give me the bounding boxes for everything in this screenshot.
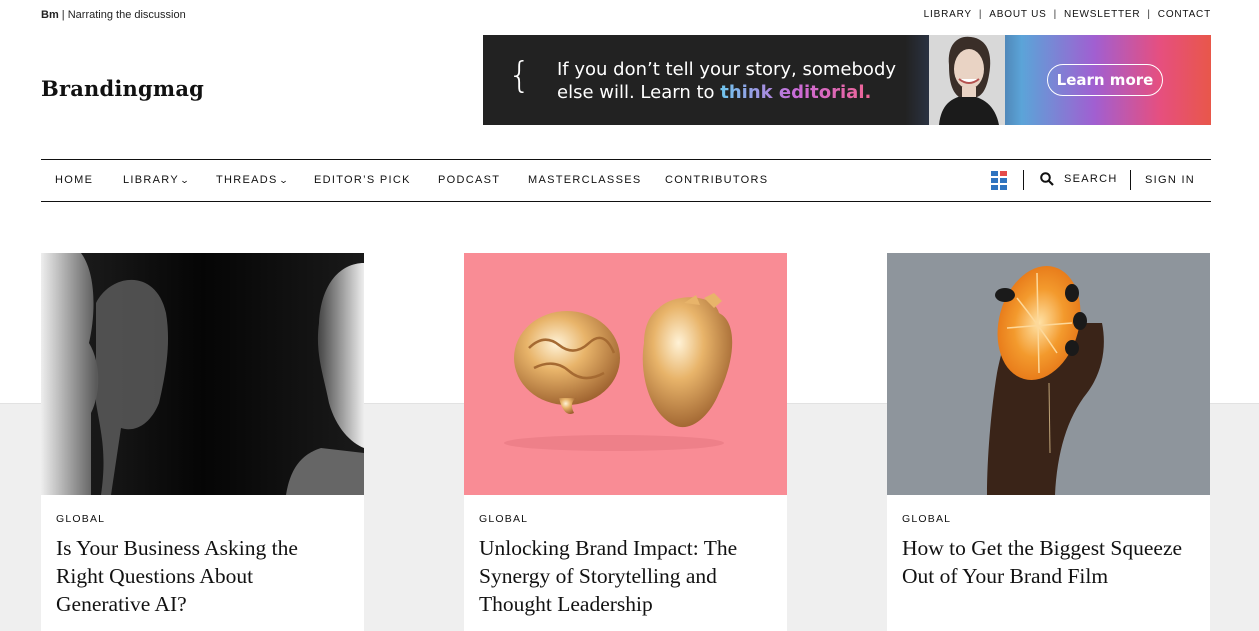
banner-line-2-prefix: else will. Learn to — [557, 82, 721, 103]
nav-item-masterclasses[interactable]: MASTERCLASSES — [528, 174, 641, 186]
article-card[interactable]: GLOBAL Unlocking Brand Impact: The Syner… — [464, 253, 787, 631]
article-image-orange-squeeze[interactable] — [887, 253, 1210, 495]
brand-short[interactable]: Bm — [41, 9, 59, 21]
nav-item-editors-pick[interactable]: EDITOR’S PICK — [314, 174, 411, 186]
banner-line-2: else will. Learn to think editorial. — [557, 82, 871, 103]
nav-label: THREADS — [216, 174, 278, 186]
nav-item-contributors[interactable]: CONTRIBUTORS — [665, 174, 768, 186]
ad-banner[interactable]: { If you don’t tell your story, somebody… — [483, 35, 1211, 125]
chevron-down-icon: ⌄ — [179, 174, 192, 185]
link-separator: | — [1147, 9, 1151, 20]
top-link-library[interactable]: LIBRARY — [924, 9, 972, 20]
top-link-about-us[interactable]: ABOUT US — [989, 9, 1046, 20]
article-image-mannequins[interactable] — [41, 253, 364, 495]
sign-in-label: SIGN IN — [1145, 174, 1196, 186]
search-icon — [1040, 172, 1054, 186]
site-tagline: Bm | Narrating the discussion — [41, 9, 186, 21]
top-link-newsletter[interactable]: NEWSLETTER — [1064, 9, 1140, 20]
article-card[interactable]: GLOBAL How to Get the Biggest Squeeze Ou… — [887, 253, 1210, 631]
article-title[interactable]: Is Your Business Asking the Right Questi… — [56, 534, 346, 618]
site-logo[interactable]: Brandingmag — [41, 76, 204, 101]
banner-highlight: think editorial. — [720, 82, 872, 103]
nav-item-library[interactable]: LIBRARY ⌄ — [123, 174, 190, 186]
link-separator: | — [978, 9, 983, 20]
banner-person-photo — [929, 35, 1005, 125]
nav-label: HOME — [55, 174, 94, 186]
article-category[interactable]: GLOBAL — [56, 513, 105, 525]
link-separator: | — [1053, 9, 1058, 20]
nav-label: MASTERCLASSES — [528, 174, 642, 186]
tagline-text: Narrating the discussion — [67, 9, 186, 21]
chevron-down-icon: ⌄ — [278, 174, 290, 185]
article-category[interactable]: GLOBAL — [902, 513, 951, 525]
top-bar: Bm | Narrating the discussion LIBRARY | … — [41, 9, 1211, 23]
nav-divider — [1130, 170, 1131, 190]
search-label: SEARCH — [1064, 173, 1118, 185]
banner-line-1: If you don’t tell your story, somebody — [557, 59, 897, 80]
nav-item-podcast[interactable]: PODCAST — [438, 174, 500, 186]
utility-links: LIBRARY | ABOUT US | NEWSLETTER | CONTAC… — [924, 9, 1211, 20]
nav-item-threads[interactable]: THREADS ⌄ — [216, 174, 289, 186]
search-button[interactable]: SEARCH — [1040, 172, 1118, 186]
learn-more-button[interactable]: Learn more — [1047, 64, 1163, 96]
main-nav: HOME LIBRARY ⌄ THREADS ⌄ EDITOR’S PICK POD… — [41, 159, 1211, 202]
article-category[interactable]: GLOBAL — [479, 513, 528, 525]
sign-in-link[interactable]: SIGN IN — [1145, 174, 1195, 186]
nav-item-home[interactable]: HOME — [55, 174, 93, 186]
article-image-brain-heart[interactable] — [464, 253, 787, 495]
apps-grid-icon[interactable] — [991, 171, 1007, 190]
nav-label: LIBRARY — [123, 174, 179, 186]
article-title[interactable]: How to Get the Biggest Squeeze Out of Yo… — [902, 534, 1192, 590]
nav-divider — [1023, 170, 1024, 190]
nav-label: CONTRIBUTORS — [665, 174, 769, 186]
article-card[interactable]: GLOBAL Is Your Business Asking the Right… — [41, 253, 364, 631]
article-title[interactable]: Unlocking Brand Impact: The Synergy of S… — [479, 534, 769, 618]
nav-label: PODCAST — [438, 174, 501, 186]
brace-logo-icon: { — [508, 55, 531, 96]
nav-label: EDITOR’S PICK — [314, 174, 411, 186]
top-link-contact[interactable]: CONTACT — [1158, 9, 1211, 20]
